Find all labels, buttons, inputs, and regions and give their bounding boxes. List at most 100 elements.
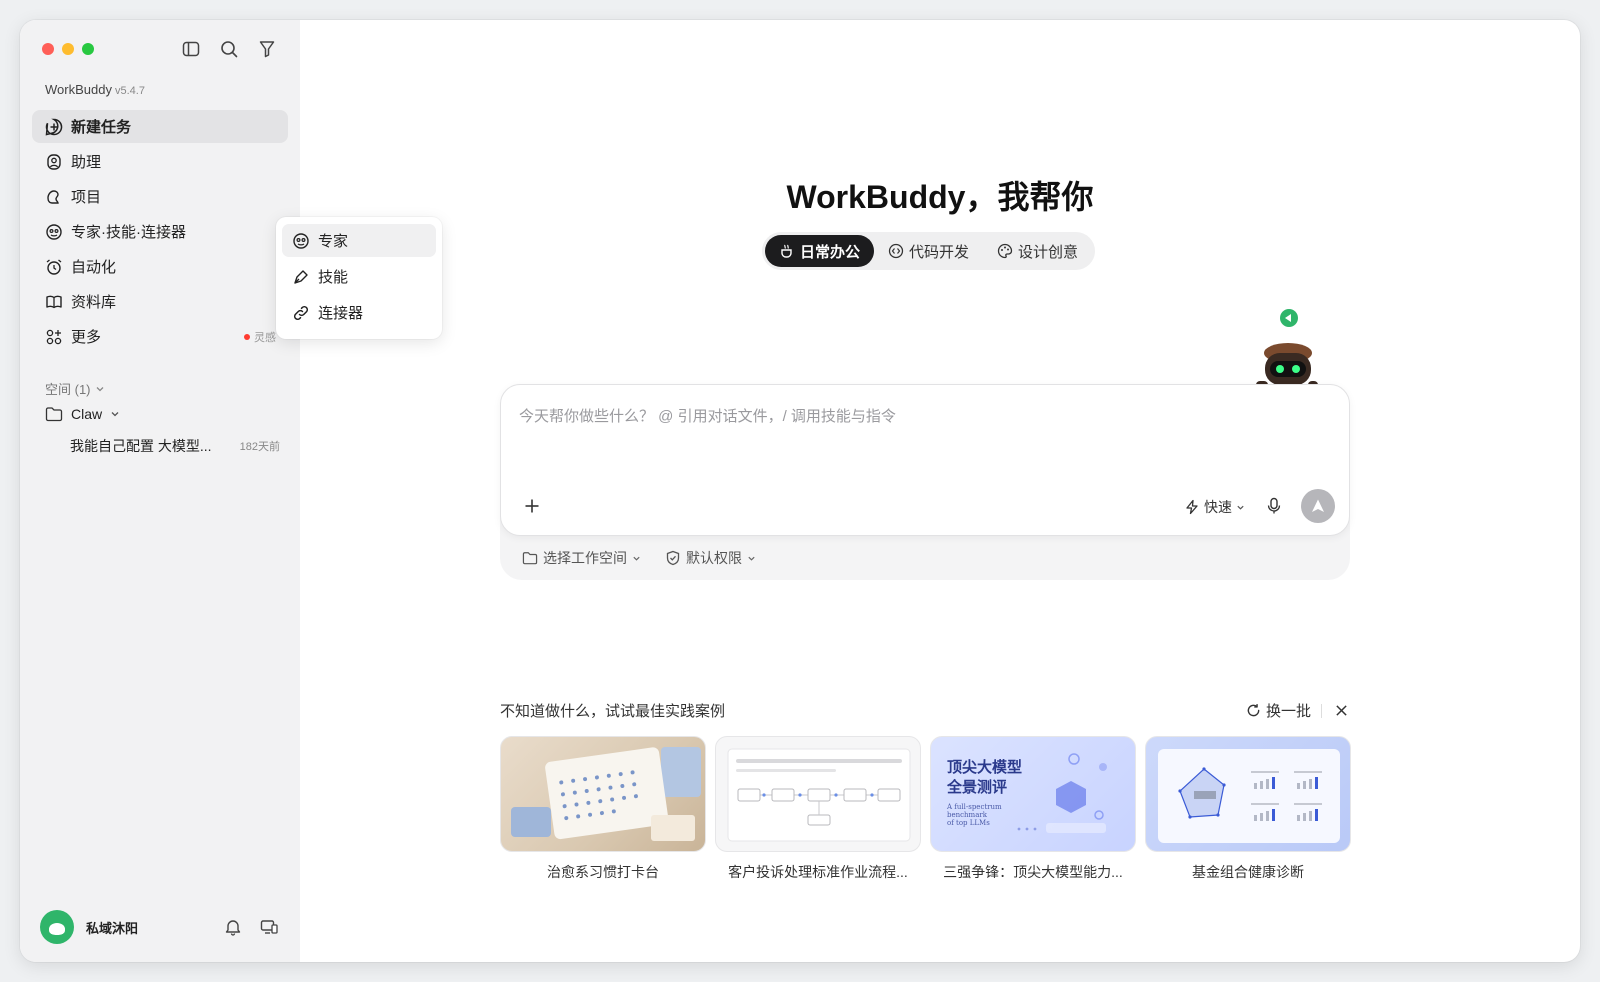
sidebar-toolbar bbox=[180, 38, 278, 60]
sidebar-item-label: 专家·技能·连接器 bbox=[71, 224, 186, 241]
case-card-label: 基金组合健康诊断 bbox=[1192, 864, 1304, 880]
cover-sub-line-1: A full-spectrum bbox=[947, 803, 1002, 811]
sidebar-item-label: 新建任务 bbox=[71, 119, 132, 136]
workspace-label: 选择工作空间 bbox=[543, 550, 627, 566]
sidebar-item-experts-skills[interactable]: 专家·技能·连接器 bbox=[32, 215, 288, 248]
permission-label: 默认权限 bbox=[686, 550, 742, 566]
minimize-window-button[interactable] bbox=[62, 43, 74, 55]
send-arrow-icon bbox=[1312, 499, 1324, 512]
case-card-complaint-sop[interactable]: 客户投诉处理标准作业流程... bbox=[715, 736, 921, 882]
sidebar-nav: 新建任务 助理 项目 专家·技能·连接器 自动化 资料库 更多 灵感 bbox=[32, 110, 288, 355]
prompt-placeholder[interactable]: 今天帮你做些什么？ @ 引用对话文件，/ 调用技能与指令 bbox=[519, 405, 896, 426]
tab-label: 日常办公 bbox=[800, 243, 861, 261]
task-time: 182天前 bbox=[239, 441, 280, 453]
space-task-item[interactable]: 我能自己配置 大模型... 182天前 bbox=[70, 436, 280, 456]
user-name[interactable]: 私域沐阳 bbox=[86, 918, 138, 937]
main-area: WorkBuddy，我帮你 日常办公 代码开发 设计创意 今天帮你做些什么？ @… bbox=[300, 20, 1580, 962]
inspiration-badge: 灵感 bbox=[244, 329, 276, 345]
sidebar-footer: 私域沐阳 bbox=[40, 910, 280, 944]
project-icon bbox=[45, 188, 63, 206]
tab-code-dev[interactable]: 代码开发 bbox=[874, 235, 983, 267]
bell-icon[interactable] bbox=[222, 916, 244, 938]
divider bbox=[1321, 703, 1322, 718]
expert-icon bbox=[45, 223, 63, 241]
new-task-icon bbox=[45, 118, 63, 136]
microphone-button[interactable] bbox=[1263, 495, 1285, 517]
refresh-cases-button[interactable]: 换一批 bbox=[1246, 700, 1311, 721]
tab-design-creative[interactable]: 设计创意 bbox=[983, 235, 1092, 267]
case-card-habit-tracker[interactable]: 治愈系习惯打卡台 bbox=[500, 736, 706, 882]
composer-options: 选择工作空间 默认权限 bbox=[522, 548, 756, 568]
close-cases-button[interactable] bbox=[1332, 702, 1350, 720]
app-name-text: WorkBuddy bbox=[45, 82, 112, 97]
book-icon bbox=[45, 293, 63, 311]
space-label-text: 空间 (1) bbox=[45, 382, 91, 397]
badge-text: 灵感 bbox=[254, 331, 276, 344]
space-section-header[interactable]: 空间 (1) bbox=[45, 379, 105, 398]
mode-tabs: 日常办公 代码开发 设计创意 bbox=[762, 232, 1096, 270]
case-thumbnail: 顶尖大模型 全景测评 A full-spectrum benchmark of top… bbox=[930, 736, 1136, 852]
case-card-label: 治愈系习惯打卡台 bbox=[547, 864, 659, 880]
cover-sub-line-2: benchmark bbox=[947, 811, 987, 819]
filter-icon[interactable] bbox=[256, 38, 278, 60]
sidebar-item-label: 自动化 bbox=[71, 259, 117, 276]
sidebar-item-projects[interactable]: 项目 bbox=[32, 180, 288, 213]
permission-selector[interactable]: 默认权限 bbox=[665, 548, 756, 568]
app-title: WorkBuddy v5.4.7 bbox=[45, 82, 145, 97]
palette-icon bbox=[997, 243, 1013, 259]
send-button[interactable] bbox=[1301, 489, 1335, 523]
shield-check-icon bbox=[666, 550, 680, 566]
case-thumbnail bbox=[500, 736, 706, 852]
search-icon[interactable] bbox=[218, 38, 240, 60]
composer: 今天帮你做些什么？ @ 引用对话文件，/ 调用技能与指令 快速 选择工作空间 默… bbox=[500, 384, 1350, 580]
refresh-icon bbox=[1247, 704, 1260, 717]
sidebar-item-label: 更多 bbox=[71, 329, 102, 346]
space-folder-claw[interactable]: Claw bbox=[45, 406, 120, 422]
case-card-fund-diagnosis[interactable]: 基金组合健康诊断 bbox=[1145, 736, 1351, 882]
tab-label: 代码开发 bbox=[909, 243, 970, 261]
sidebar-item-new-task[interactable]: 新建任务 bbox=[32, 110, 288, 143]
chevron-down-icon bbox=[748, 556, 755, 561]
sidebar-item-label: 项目 bbox=[71, 189, 102, 206]
avatar[interactable] bbox=[40, 910, 74, 944]
sidebar-item-assistant[interactable]: 助理 bbox=[32, 145, 288, 178]
tab-daily-office[interactable]: 日常办公 bbox=[765, 235, 875, 267]
chevron-down-icon bbox=[96, 386, 103, 391]
case-card-llm-benchmark[interactable]: 顶尖大模型 全景测评 A full-spectrum benchmark of top… bbox=[930, 736, 1136, 882]
code-icon bbox=[888, 243, 904, 259]
sidebar-item-library[interactable]: 资料库 bbox=[32, 285, 288, 318]
tab-label: 设计创意 bbox=[1018, 243, 1079, 261]
chevron-down-icon bbox=[1237, 505, 1244, 510]
prompt-input-box[interactable]: 今天帮你做些什么？ @ 引用对话文件，/ 调用技能与指令 快速 bbox=[500, 384, 1350, 536]
case-cover-subtitle: A full-spectrum benchmark of top LLMs bbox=[947, 803, 1002, 827]
app-window: WorkBuddy v5.4.7 新建任务 助理 项目 专家·技能·连接器 自动化 bbox=[20, 20, 1580, 962]
red-dot-icon bbox=[244, 333, 250, 340]
sidebar-item-label: 资料库 bbox=[71, 294, 117, 311]
sidebar-toggle-icon[interactable] bbox=[180, 38, 202, 60]
sidebar-item-more[interactable]: 更多 灵感 bbox=[32, 320, 288, 353]
add-attachment-button[interactable] bbox=[521, 495, 543, 517]
workspace-selector[interactable]: 选择工作空间 bbox=[522, 548, 641, 568]
speed-label: 快速 bbox=[1204, 499, 1232, 515]
folder-name: Claw bbox=[71, 406, 103, 422]
chevron-down-icon bbox=[111, 412, 119, 417]
close-icon bbox=[1335, 705, 1347, 716]
folder-icon bbox=[45, 407, 63, 422]
close-window-button[interactable] bbox=[42, 43, 54, 55]
folder-icon bbox=[522, 552, 538, 565]
case-thumbnail bbox=[715, 736, 921, 852]
case-cards: 治愈系习惯打卡台 客户投诉处理标准作业流程... 顶尖大模型 全景测评 A fu… bbox=[500, 736, 1351, 882]
maximize-window-button[interactable] bbox=[82, 43, 94, 55]
apps-icon bbox=[45, 328, 63, 346]
speed-selector[interactable]: 快速 bbox=[1184, 497, 1245, 517]
cases-header: 不知道做什么，试试最佳实践案例 换一批 bbox=[500, 700, 1350, 721]
cases-title: 不知道做什么，试试最佳实践案例 bbox=[500, 703, 726, 720]
devices-icon[interactable] bbox=[258, 916, 280, 938]
lightning-icon bbox=[1186, 499, 1198, 515]
alarm-clock-icon bbox=[45, 258, 63, 276]
app-version: v5.4.7 bbox=[114, 85, 145, 97]
microphone-icon bbox=[1267, 497, 1281, 514]
mascot-robot[interactable] bbox=[1230, 307, 1320, 393]
sidebar-item-automation[interactable]: 自动化 bbox=[32, 250, 288, 283]
cover-title-line-2: 全景测评 bbox=[947, 778, 1008, 796]
